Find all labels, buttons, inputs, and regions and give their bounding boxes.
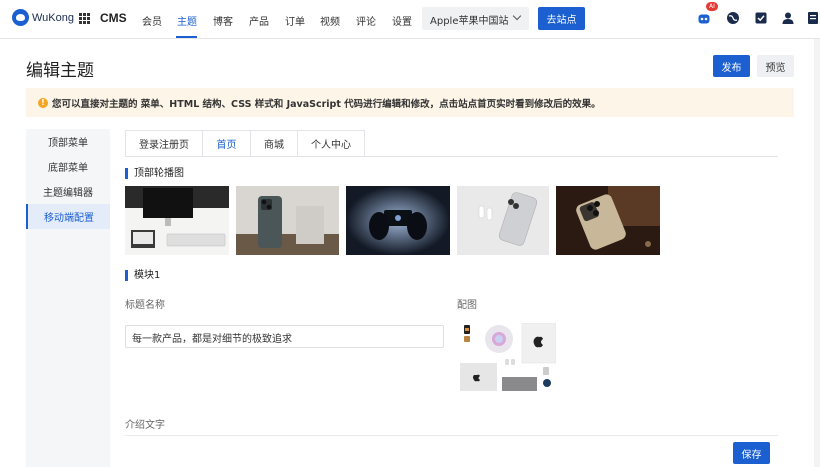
- save-button[interactable]: 保存: [733, 442, 770, 464]
- carousel-image-airpods[interactable]: [457, 186, 549, 255]
- page-scrollbar[interactable]: [814, 39, 820, 467]
- document-icon[interactable]: [806, 11, 820, 25]
- desktop-imac-photo: [125, 186, 229, 255]
- tab-profile[interactable]: 个人中心: [298, 130, 365, 157]
- image-field-label: 配图: [457, 300, 477, 311]
- wukong-logo[interactable]: WuKong: [12, 9, 74, 26]
- side-item-mobile-config[interactable]: 移动端配置: [26, 204, 110, 229]
- apps-grid-icon[interactable]: [79, 13, 90, 24]
- ai-badge: AI: [706, 2, 718, 11]
- notice-text: 您可以直接对主题的 菜单、HTML 结构、CSS 样式和 JavaScript …: [52, 98, 601, 110]
- nav-videos[interactable]: 视频: [320, 13, 340, 28]
- nav-comments[interactable]: 评论: [356, 13, 376, 28]
- carousel-image-desktop[interactable]: [125, 186, 229, 255]
- nav-blog[interactable]: 博客: [213, 13, 233, 28]
- chevron-down-icon: [512, 11, 522, 21]
- tab-home[interactable]: 首页: [203, 130, 251, 157]
- site-select-value: Apple苹果中国站: [430, 16, 509, 27]
- module-title-input[interactable]: 每一款产品，都是对细节的极致追求: [125, 325, 444, 348]
- site-select[interactable]: Apple苹果中国站: [422, 7, 529, 30]
- active-nav-indicator: [176, 36, 197, 38]
- nav-themes[interactable]: 主题: [177, 13, 197, 28]
- carousel-image-leather[interactable]: [556, 186, 660, 255]
- nav-settings[interactable]: 设置: [392, 13, 412, 28]
- side-item-bottom-menu[interactable]: 底部菜单: [26, 154, 110, 179]
- brand-name: WuKong: [32, 11, 74, 24]
- publish-button[interactable]: 发布: [713, 55, 750, 77]
- page-title: 编辑主题: [26, 61, 94, 81]
- goto-site-button[interactable]: 去站点: [538, 7, 585, 30]
- iphone-leather-photo: [556, 186, 660, 255]
- theme-side-menu: 顶部菜单 底部菜单 主题编辑器 移动端配置: [26, 129, 110, 467]
- top-navbar: WuKong CMS 会员 主题 博客 产品 订单 视频 评论 设置 Apple…: [0, 0, 820, 39]
- tab-shop[interactable]: 商城: [251, 130, 298, 157]
- logo-mark-icon: [12, 9, 29, 26]
- warning-icon: !: [38, 97, 48, 108]
- module-section-title: 模块1: [125, 270, 160, 281]
- tab-login-register[interactable]: 登录注册页: [125, 130, 203, 157]
- intro-field-label: 介绍文字: [125, 420, 165, 431]
- nav-members[interactable]: 会员: [142, 13, 162, 28]
- hands-holding-phone-photo: [346, 186, 450, 255]
- globe-icon[interactable]: [726, 11, 740, 25]
- title-field-label: 标题名称: [125, 300, 165, 311]
- carousel-image-hands-phone[interactable]: [346, 186, 450, 255]
- apple-products-collage: [457, 322, 557, 393]
- nav-orders[interactable]: 订单: [285, 13, 305, 28]
- user-icon[interactable]: [781, 11, 795, 25]
- info-notice: ! 您可以直接对主题的 菜单、HTML 结构、CSS 样式和 JavaScrip…: [26, 88, 794, 117]
- carousel-image-iphone[interactable]: [236, 186, 339, 255]
- iphone-back-photo: [236, 186, 339, 255]
- robot-icon[interactable]: [697, 11, 711, 25]
- checkbox-icon[interactable]: [754, 11, 768, 25]
- side-item-top-menu[interactable]: 顶部菜单: [26, 129, 110, 154]
- module-image-picker[interactable]: [457, 322, 557, 393]
- intro-divider: [125, 435, 778, 436]
- carousel-section-title: 顶部轮播图: [125, 168, 184, 179]
- airpods-iphone-photo: [457, 186, 549, 255]
- config-tabs: 登录注册页 首页 商城 个人中心: [125, 130, 365, 157]
- side-item-theme-editor[interactable]: 主题编辑器: [26, 179, 110, 204]
- app-name: CMS: [100, 11, 127, 25]
- preview-button[interactable]: 预览: [757, 55, 794, 77]
- nav-products[interactable]: 产品: [249, 13, 269, 28]
- tabs-divider: [125, 156, 778, 157]
